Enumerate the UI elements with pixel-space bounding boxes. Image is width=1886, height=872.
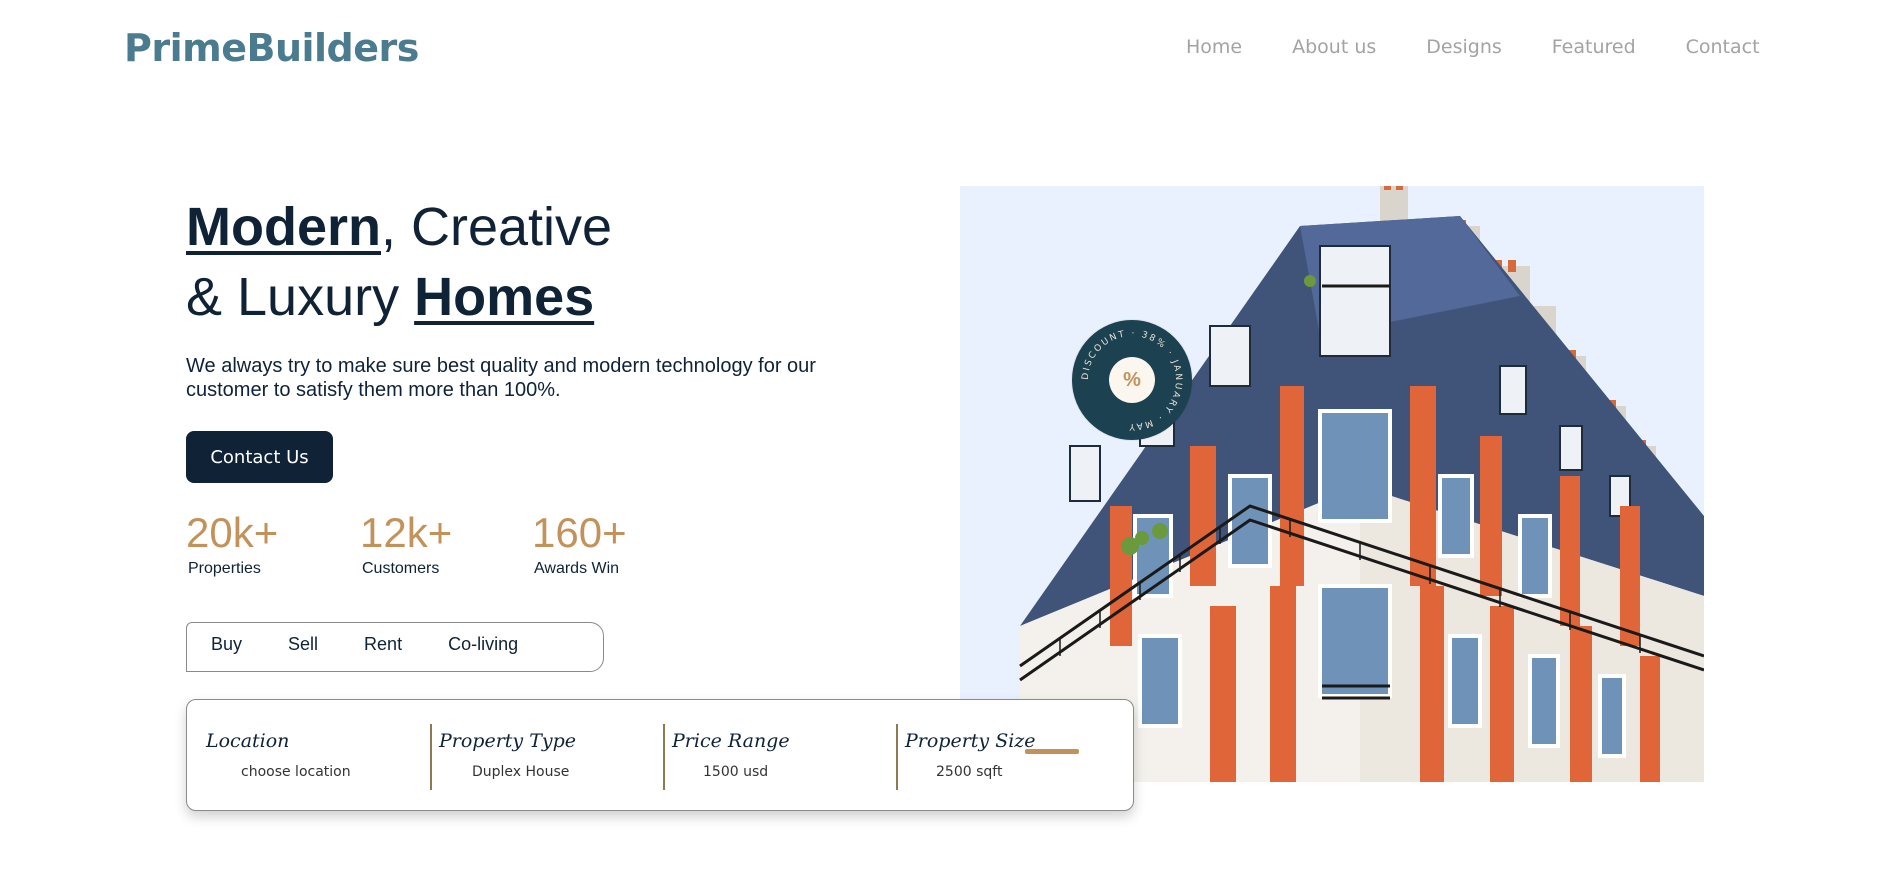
field-divider bbox=[896, 724, 898, 790]
stat-label: Awards Win bbox=[534, 560, 620, 577]
stat-label: Properties bbox=[188, 560, 261, 577]
stat-value: 12k+ bbox=[360, 509, 453, 556]
main-nav: Home About us Designs Featured Contact bbox=[1186, 36, 1760, 58]
headline-creative: , Creative bbox=[381, 197, 613, 257]
headline-luxury: & Luxury bbox=[186, 267, 415, 327]
location-value[interactable]: choose location bbox=[241, 764, 351, 780]
price-range-field[interactable]: Price Range 1500 usd bbox=[663, 724, 893, 790]
field-divider bbox=[663, 724, 665, 790]
property-type-value[interactable]: Duplex House bbox=[472, 764, 569, 780]
brand-logo[interactable]: PrimeBuilders bbox=[124, 26, 419, 70]
headline-modern: Modern bbox=[186, 197, 381, 257]
tab-buy[interactable]: Buy bbox=[211, 634, 242, 655]
hero-headline: Modern, Creative & Luxury Homes bbox=[186, 192, 612, 332]
headline-homes: Homes bbox=[414, 267, 595, 327]
stat-value: 20k+ bbox=[186, 509, 279, 556]
nav-about[interactable]: About us bbox=[1292, 36, 1376, 58]
tab-sell[interactable]: Sell bbox=[288, 634, 318, 655]
tab-coliving[interactable]: Co-living bbox=[448, 634, 518, 655]
building-illustration bbox=[960, 186, 1704, 782]
tab-rent[interactable]: Rent bbox=[364, 634, 402, 655]
stat-properties: 20k+ Properties bbox=[186, 510, 278, 578]
property-type-field[interactable]: Property Type Duplex House bbox=[430, 724, 660, 790]
field-divider bbox=[430, 724, 432, 790]
stat-label: Customers bbox=[362, 560, 440, 577]
price-range-label: Price Range bbox=[672, 730, 790, 752]
stat-customers: 12k+ Customers bbox=[360, 510, 452, 578]
price-range-value[interactable]: 1500 usd bbox=[703, 764, 768, 780]
nav-contact[interactable]: Contact bbox=[1686, 36, 1760, 58]
nav-home[interactable]: Home bbox=[1186, 36, 1242, 58]
contact-us-button[interactable]: Contact Us bbox=[186, 431, 333, 483]
nav-featured[interactable]: Featured bbox=[1552, 36, 1636, 58]
property-size-field[interactable]: Property Size 2500 sqft bbox=[896, 724, 1126, 790]
stat-value: 160+ bbox=[532, 509, 627, 556]
listing-type-tabs: Buy Sell Rent Co-living bbox=[186, 622, 604, 672]
property-search-bar: Location choose location Property Type D… bbox=[186, 699, 1134, 811]
size-slider-indicator[interactable] bbox=[1025, 749, 1079, 754]
property-size-label: Property Size bbox=[905, 730, 1036, 752]
discount-badge[interactable]: DISCOUNT · 38% · JANUARY · MAY % bbox=[1072, 320, 1192, 440]
hero-subtext: We always try to make sure best quality … bbox=[186, 355, 816, 401]
location-label: Location bbox=[206, 730, 290, 752]
percent-badge-icon: % bbox=[1109, 357, 1155, 403]
hero-building-image bbox=[960, 186, 1704, 782]
nav-designs[interactable]: Designs bbox=[1426, 36, 1502, 58]
property-type-label: Property Type bbox=[439, 730, 577, 752]
stat-awards: 160+ Awards Win bbox=[532, 510, 627, 578]
property-size-value[interactable]: 2500 sqft bbox=[936, 764, 1002, 780]
location-field[interactable]: Location choose location bbox=[197, 724, 427, 790]
